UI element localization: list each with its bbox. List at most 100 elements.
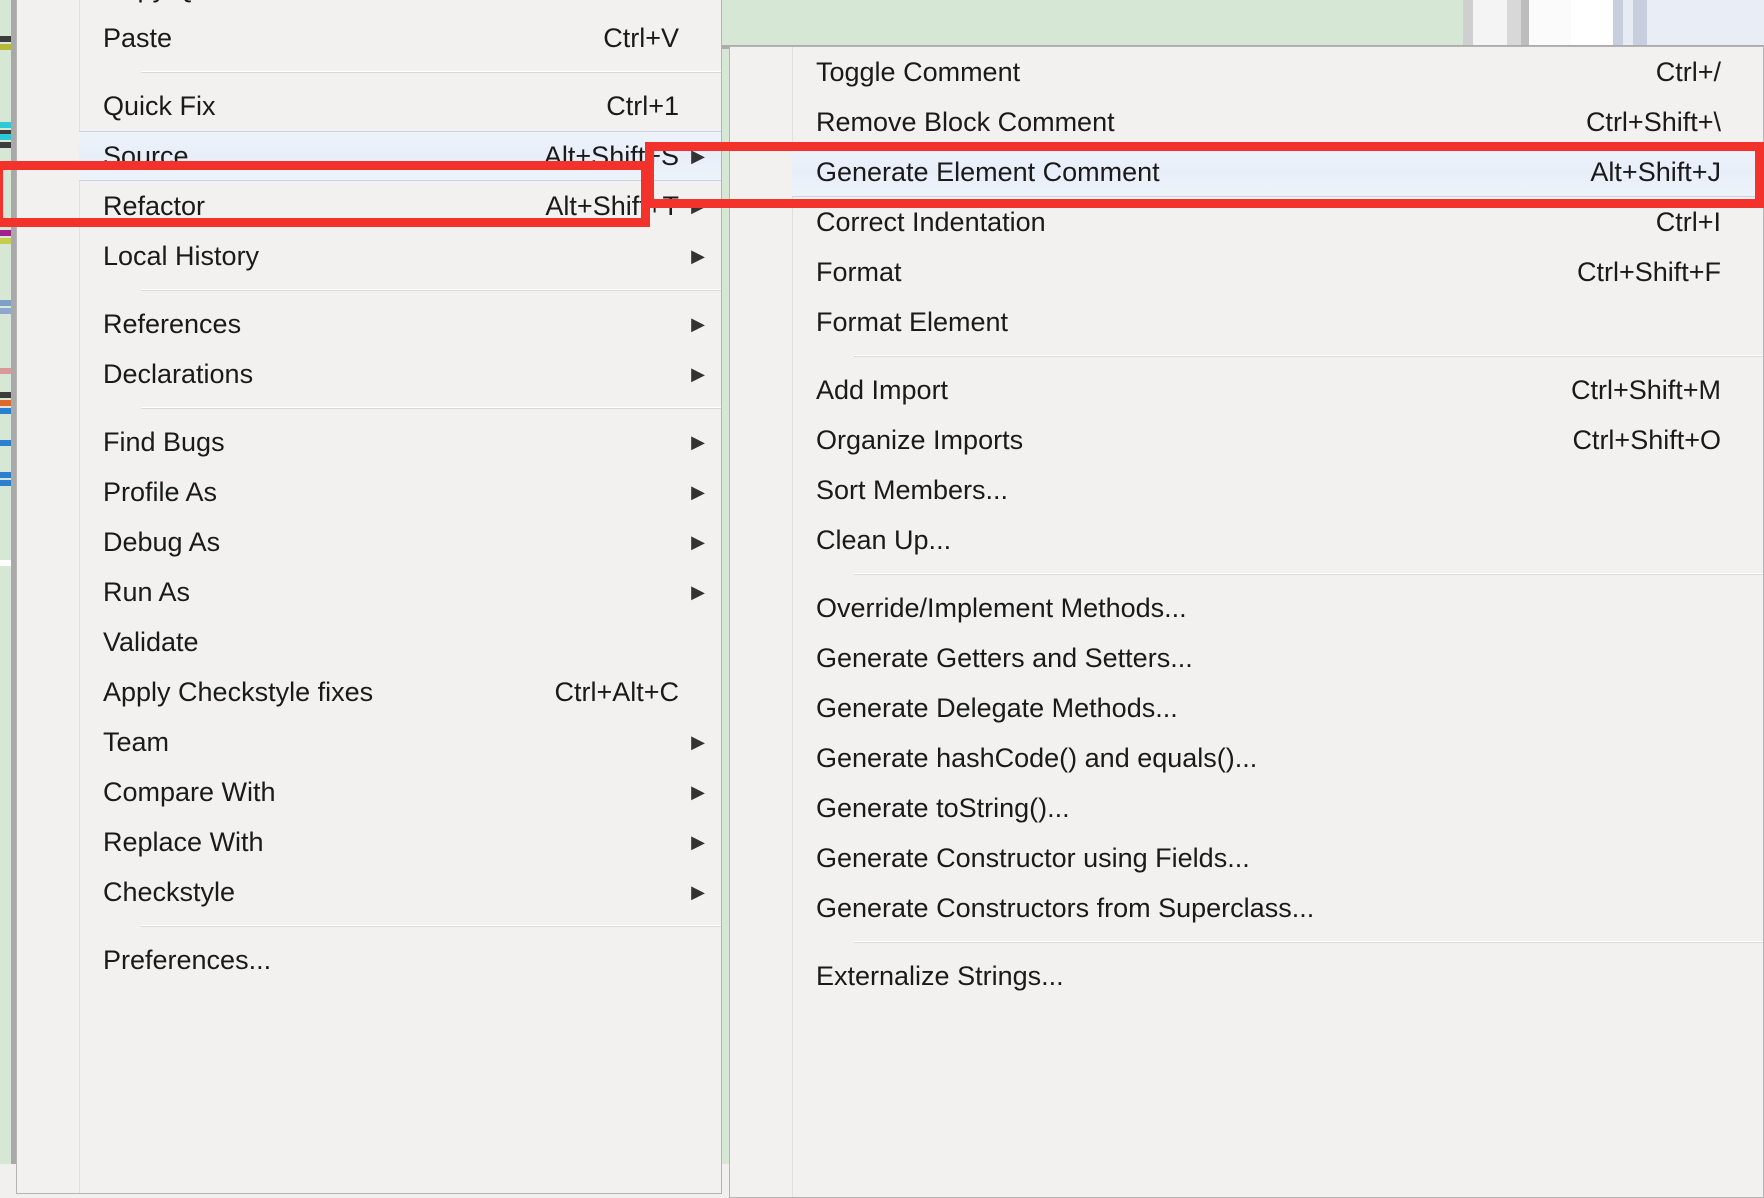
menu-item-generate-element-comment[interactable]: Generate Element CommentAlt+Shift+J▶ — [792, 147, 1763, 197]
menu-item-label: References — [103, 308, 242, 339]
menu-item-paste[interactable]: PasteCtrl+V▶ — [79, 13, 721, 63]
editor-context-menu[interactable]: Copy Qualified Name▶PasteCtrl+V▶Quick Fi… — [16, 0, 722, 1194]
menu-item-remove-block-comment[interactable]: Remove Block CommentCtrl+Shift+\▶ — [792, 97, 1763, 147]
menu-item-label: Format Element — [816, 306, 1009, 337]
ruler-tick — [0, 122, 11, 128]
menu-item-add-import[interactable]: Add ImportCtrl+Shift+M▶ — [792, 365, 1763, 415]
menu-item-label: Run As — [103, 576, 191, 607]
menu-item-label: Refactor — [103, 190, 206, 221]
scrollbar-segment[interactable] — [1613, 0, 1623, 47]
scrollbar-segment[interactable] — [1473, 0, 1507, 47]
menu-separator — [854, 941, 1763, 943]
menu-item-profile-as[interactable]: Profile As ▶ — [79, 467, 721, 517]
ruler-tick — [0, 408, 11, 414]
menu-item-label: Remove Block Comment — [816, 106, 1115, 137]
ruler-tick — [0, 392, 11, 398]
scrollbar-segment[interactable] — [1463, 0, 1473, 47]
ruler-tick — [0, 440, 11, 446]
menu-item-quick-fix[interactable]: Quick FixCtrl+1▶ — [79, 81, 721, 131]
menu-item-toggle-comment[interactable]: Toggle CommentCtrl+/▶ — [792, 47, 1763, 97]
ruler-tick — [0, 44, 11, 50]
menu-item-label: Source — [103, 140, 189, 171]
submenu-arrow-icon: ▶ — [691, 482, 705, 502]
menu-item-label: Override/Implement Methods... — [816, 592, 1187, 623]
menu-item-label: Paste — [103, 22, 173, 53]
scrollbar-segment[interactable] — [1521, 0, 1529, 47]
menu-item-preferences[interactable]: Preferences...▶ — [79, 935, 721, 985]
menu-item-externalize-strings[interactable]: Externalize Strings...▶ — [792, 951, 1763, 1001]
menu-item-declarations[interactable]: Declarations ▶ — [79, 349, 721, 399]
menu-item-sort-members[interactable]: Sort Members...▶ — [792, 465, 1763, 515]
menu-item-generate-tostring[interactable]: Generate toString()...▶ — [792, 783, 1763, 833]
scrollbar-segment[interactable] — [1507, 0, 1521, 47]
ruler-tick — [0, 560, 11, 566]
menu-item-label: Team — [103, 726, 170, 757]
menu-item-generate-getters-and-setters[interactable]: Generate Getters and Setters...▶ — [792, 633, 1763, 683]
editor-source-pane — [705, 0, 1465, 47]
menu-separator — [141, 407, 721, 409]
menu-item-label: Debug As — [103, 526, 221, 557]
menu-item-generate-hashcode-and-equals[interactable]: Generate hashCode() and equals()...▶ — [792, 733, 1763, 783]
menu-item-label: Find Bugs — [103, 426, 225, 457]
menu-item-checkstyle[interactable]: Checkstyle ▶ — [79, 867, 721, 917]
menu-item-generate-delegate-methods[interactable]: Generate Delegate Methods...▶ — [792, 683, 1763, 733]
editor-vertical-scrollbar[interactable] — [1463, 0, 1764, 47]
submenu-arrow-icon: ▶ — [691, 582, 705, 602]
submenu-arrow-icon: ▶ — [691, 882, 705, 902]
menu-item-apply-checkstyle-fixes[interactable]: Apply Checkstyle fixesCtrl+Alt+C▶ — [79, 667, 721, 717]
menu-item-label: Declarations — [103, 358, 254, 389]
menu-item-copy-qualified-name[interactable]: Copy Qualified Name▶ — [79, 0, 721, 13]
menu-item-label: Generate Constructors from Superclass... — [816, 892, 1315, 923]
menu-item-generate-constructors-from-superclass[interactable]: Generate Constructors from Superclass...… — [792, 883, 1763, 933]
submenu-arrow-icon: ▶ — [691, 732, 705, 752]
scrollbar-segment[interactable] — [1529, 0, 1571, 47]
ruler-tick — [0, 480, 11, 486]
menu-item-format[interactable]: FormatCtrl+Shift+F▶ — [792, 247, 1763, 297]
menu-item-debug-as[interactable]: Debug As ▶ — [79, 517, 721, 567]
menu-item-label: Toggle Comment — [816, 56, 1021, 87]
menu-item-local-history[interactable]: Local History ▶ — [79, 231, 721, 281]
scrollbar-segment[interactable] — [1647, 0, 1764, 47]
menu-item-label: Generate Delegate Methods... — [816, 692, 1178, 723]
menu-item-run-as[interactable]: Run As ▶ — [79, 567, 721, 617]
ruler-tick — [0, 368, 11, 374]
ruler-tick — [0, 36, 11, 42]
menu-item-label: Copy Qualified Name — [103, 0, 360, 4]
menu-item-label: Sort Members... — [816, 474, 1009, 505]
menu-item-team[interactable]: Team ▶ — [79, 717, 721, 767]
menu-item-label: Add Import — [816, 374, 949, 405]
scrollbar-segment[interactable] — [1623, 0, 1633, 47]
submenu-arrow-icon: ▶ — [691, 532, 705, 552]
menu-item-source[interactable]: Source Alt+Shift+S ▶ — [79, 131, 721, 181]
submenu-arrow-icon: ▶ — [691, 146, 705, 166]
menu-item-label: Validate — [103, 626, 199, 657]
submenu-arrow-icon: ▶ — [691, 832, 705, 852]
menu-item-label: Replace With — [103, 826, 264, 857]
menu-item-clean-up[interactable]: Clean Up...▶ — [792, 515, 1763, 565]
ruler-tick — [0, 142, 11, 148]
menu-item-find-bugs[interactable]: Find Bugs ▶ — [79, 417, 721, 467]
menu-item-accelerator: Ctrl+I — [1655, 206, 1721, 237]
scrollbar-segment[interactable] — [1571, 0, 1613, 47]
menu-item-generate-constructor-using-fields[interactable]: Generate Constructor using Fields...▶ — [792, 833, 1763, 883]
menu-item-accelerator: Ctrl+Alt+C — [554, 676, 679, 707]
menu-item-compare-with[interactable]: Compare With ▶ — [79, 767, 721, 817]
menu-item-label: Generate Constructor using Fields... — [816, 842, 1250, 873]
menu-item-replace-with[interactable]: Replace With ▶ — [79, 817, 721, 867]
menu-item-accelerator: Ctrl+/ — [1655, 56, 1721, 87]
menu-item-label: Profile As — [103, 476, 218, 507]
menu-item-correct-indentation[interactable]: Correct IndentationCtrl+I▶ — [792, 197, 1763, 247]
menu-item-format-element[interactable]: Format Element▶ — [792, 297, 1763, 347]
menu-item-organize-imports[interactable]: Organize ImportsCtrl+Shift+O▶ — [792, 415, 1763, 465]
submenu-arrow-icon: ▶ — [691, 246, 705, 266]
menu-item-override-implement-methods[interactable]: Override/Implement Methods...▶ — [792, 583, 1763, 633]
menu-item-references[interactable]: References ▶ — [79, 299, 721, 349]
menu-item-validate[interactable]: Validate▶ — [79, 617, 721, 667]
ruler-tick — [0, 400, 11, 406]
ruler-tick — [0, 308, 11, 314]
source-submenu[interactable]: Toggle CommentCtrl+/▶Remove Block Commen… — [729, 46, 1764, 1198]
menu-item-refactor[interactable]: Refactor Alt+Shift+T ▶ — [79, 181, 721, 231]
scrollbar-segment[interactable] — [1633, 0, 1647, 47]
menu-item-accelerator: Ctrl+Shift+\ — [1585, 106, 1721, 137]
ruler-tick — [0, 300, 11, 306]
